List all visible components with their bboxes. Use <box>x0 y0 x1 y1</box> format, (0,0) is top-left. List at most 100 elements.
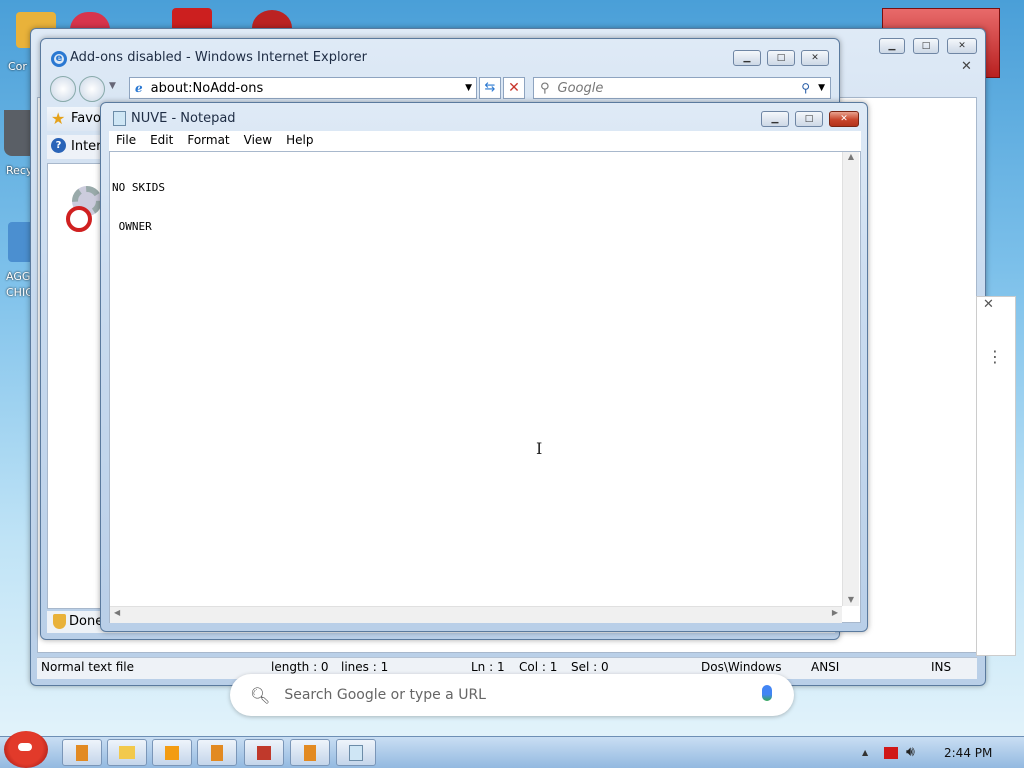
notepad-window: NUVE - Notepad ▁ □ ✕ File Edit Format View H… <box>100 102 868 632</box>
taskbar-button-notepad[interactable] <box>336 739 376 766</box>
notepad-maximize-button[interactable]: □ <box>795 111 823 127</box>
start-button[interactable] <box>4 731 48 768</box>
status-ln: Ln : 1 <box>471 660 505 674</box>
search-dropdown-icon[interactable]: ▼ <box>818 83 825 93</box>
desktop-icon-label-agg: AGG <box>6 270 31 283</box>
nav-dropdown-icon[interactable]: ▼ <box>109 81 116 91</box>
refresh-button[interactable]: ⇆ <box>479 77 501 99</box>
minimize-icon: ▁ <box>888 41 896 51</box>
taskbar-button-app-4[interactable] <box>290 739 330 766</box>
search-placeholder: Google <box>557 80 604 96</box>
status-col: Col : 1 <box>519 660 558 674</box>
menu-edit[interactable]: Edit <box>143 131 180 149</box>
taskbar-button-media-player[interactable] <box>152 739 192 766</box>
close-icon: ✕ <box>958 41 966 51</box>
close-icon: ✕ <box>840 114 848 124</box>
chrome-search-placeholder: Search Google or type a URL <box>284 687 486 703</box>
notepad-icon <box>113 111 126 126</box>
outer-maximize-button[interactable]: □ <box>913 38 939 54</box>
chrome-close-icon[interactable]: ✕ <box>983 297 994 312</box>
back-button[interactable] <box>50 76 76 102</box>
volume-icon[interactable]: 🔊︎ <box>906 744 915 760</box>
scroll-up-icon[interactable]: ▲ <box>843 152 859 161</box>
menu-view[interactable]: View <box>237 131 279 149</box>
app-icon <box>76 744 88 761</box>
search-go-icon[interactable]: ⚲ <box>801 81 810 95</box>
status-length: length : 0 <box>271 660 329 674</box>
taskbar-button-app-3[interactable] <box>244 739 284 766</box>
help-icon: ? <box>51 138 66 153</box>
menu-help[interactable]: Help <box>279 131 320 149</box>
status-encoding: ANSI <box>811 660 840 674</box>
menu-format[interactable]: Format <box>180 131 236 149</box>
address-dropdown-icon[interactable]: ▼ <box>465 83 472 93</box>
status-file-type: Normal text file <box>41 660 135 674</box>
blocked-icon <box>66 206 92 232</box>
ie-minimize-button[interactable]: ▁ <box>733 50 761 66</box>
menu-file[interactable]: File <box>109 131 143 149</box>
maximize-icon: □ <box>776 53 786 63</box>
minimize-icon: ▁ <box>771 114 779 124</box>
app-icon <box>257 745 271 760</box>
ie-maximize-button[interactable]: □ <box>767 50 795 66</box>
close-icon: ✕ <box>811 53 819 63</box>
ie-logo-icon: e <box>51 51 67 67</box>
outer-secondary-close-icon[interactable]: ✕ <box>961 59 972 74</box>
app-icon <box>211 744 223 761</box>
microphone-icon[interactable] <box>762 685 772 701</box>
taskbar-button-app-2[interactable] <box>197 739 237 766</box>
search-icon: 🔍︎ <box>250 685 271 705</box>
forward-button[interactable] <box>79 76 105 102</box>
notepad-text-area[interactable]: NO SKIDS OWNER I <box>109 151 861 623</box>
clock[interactable]: 2:44 PM <box>944 746 992 760</box>
media-player-icon <box>165 745 179 760</box>
favorites-label[interactable]: Favo <box>71 111 101 126</box>
scroll-left-icon[interactable]: ◀ <box>114 608 120 617</box>
ie-status-text: Done <box>69 614 104 629</box>
notepad-minimize-button[interactable]: ▁ <box>761 111 789 127</box>
address-bar[interactable]: ℯ about:NoAdd-ons ▼ <box>129 77 477 99</box>
tray-app-icon[interactable] <box>884 747 898 759</box>
desktop-icon-label-recycle: Recy <box>6 164 33 177</box>
notepad-line-2: OWNER <box>112 220 152 233</box>
chrome-menu-icon[interactable]: ⋮ <box>987 347 1003 366</box>
text-cursor-icon: I <box>536 439 543 458</box>
stop-button[interactable]: ✕ <box>503 77 525 99</box>
search-field[interactable]: ⚲ Google ⚲ ▼ <box>533 77 831 99</box>
page-icon: ℯ <box>135 81 143 95</box>
angry-bird-icon <box>18 743 32 751</box>
scroll-down-icon[interactable]: ▼ <box>843 595 859 604</box>
chrome-window-edge: ✕ ⋮ <box>976 296 1016 656</box>
status-sel: Sel : 0 <box>571 660 609 674</box>
taskbar-button-app-1[interactable] <box>62 739 102 766</box>
address-text: about:NoAdd-ons <box>150 80 264 96</box>
notepad-horizontal-scrollbar[interactable]: ◀ ▶ <box>110 606 842 623</box>
scroll-right-icon[interactable]: ▶ <box>832 608 838 617</box>
maximize-icon: □ <box>921 41 931 51</box>
ie-title: Add-ons disabled - Windows Internet Expl… <box>70 50 367 65</box>
shield-icon <box>53 614 66 629</box>
desktop-icon-label-agg-2: CHIC <box>6 286 33 299</box>
outer-minimize-button[interactable]: ▁ <box>879 38 905 54</box>
status-mode: INS <box>931 660 952 674</box>
notepad-vertical-scrollbar[interactable]: ▲ ▼ <box>842 152 859 606</box>
minimize-icon: ▁ <box>743 53 751 63</box>
chrome-search-box[interactable]: 🔍︎ Search Google or type a URL <box>230 674 794 716</box>
notepad-line-1: NO SKIDS <box>112 181 165 194</box>
favorites-star-icon[interactable]: ★ <box>51 109 65 128</box>
notepad-menu-bar: File Edit Format View Help <box>109 131 861 151</box>
notepad-close-button[interactable]: ✕ <box>829 111 859 127</box>
taskbar-button-folder[interactable] <box>107 739 147 766</box>
app-icon <box>304 744 316 761</box>
tray-expand-icon[interactable]: ▲ <box>862 748 868 757</box>
outer-close-button[interactable]: ✕ <box>947 38 977 54</box>
desktop-icon-label-cor: Cor <box>8 60 27 73</box>
folder-icon <box>119 746 135 759</box>
status-lines: lines : 1 <box>341 660 389 674</box>
notepad-title: NUVE - Notepad <box>131 111 236 126</box>
notepad-icon <box>349 744 363 761</box>
ie-close-button[interactable]: ✕ <box>801 50 829 66</box>
search-glass-icon: ⚲ <box>540 80 550 96</box>
maximize-icon: □ <box>804 114 814 124</box>
status-eol: Dos\Windows <box>701 660 782 674</box>
